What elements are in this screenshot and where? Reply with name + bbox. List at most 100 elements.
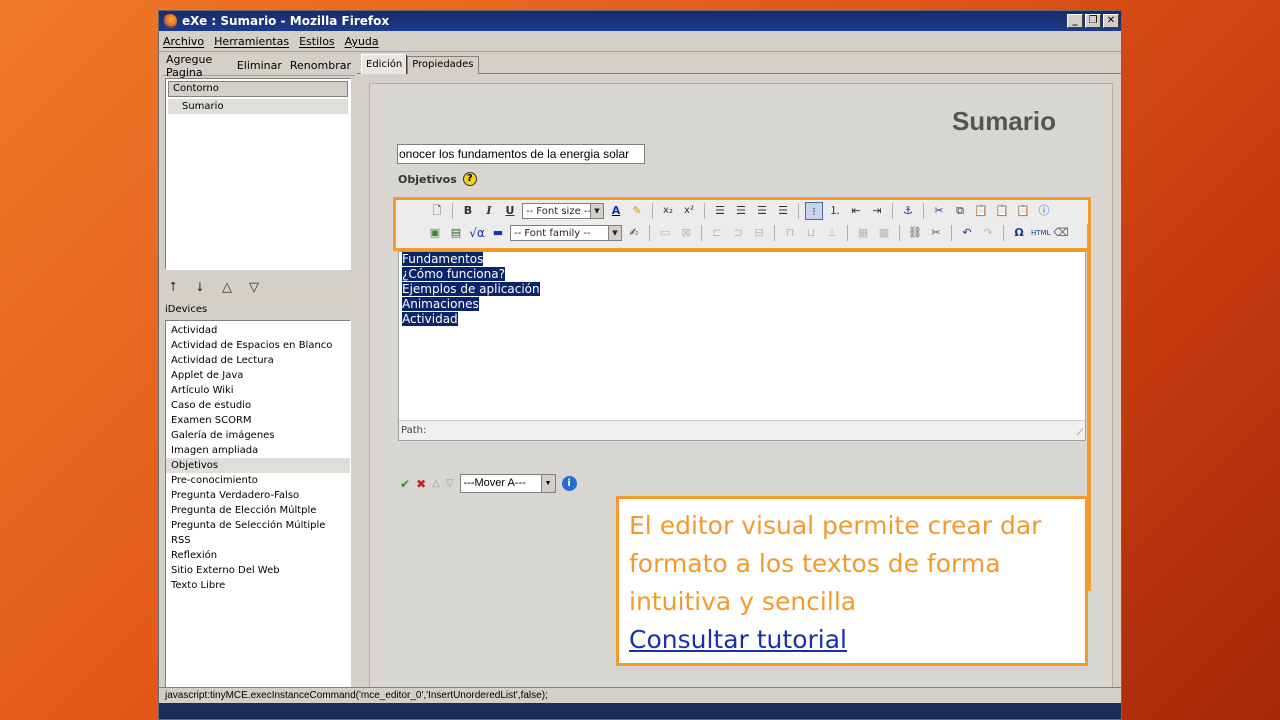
objective-title-input[interactable]: onocer los fundamentos de la energia sol… (397, 144, 645, 164)
add-page-button[interactable]: Agregue Pagina (162, 53, 233, 79)
ordered-list-icon[interactable]: ⒈ (826, 202, 844, 220)
help-icon[interactable]: ? (462, 172, 477, 186)
idevice-item[interactable]: Pre-conocimiento (166, 473, 350, 488)
delete-page-button[interactable]: Eliminar (233, 59, 286, 72)
move-down-icon[interactable]: ▽ (446, 478, 454, 489)
underline-icon[interactable]: U (501, 202, 519, 220)
split-cells-icon[interactable]: ▦ (854, 224, 872, 242)
idevice-item[interactable]: Actividad de Espacios en Blanco (166, 338, 350, 353)
demote-arrow-icon[interactable]: ⭣ (193, 280, 207, 295)
delete-x-icon[interactable]: ✖ (416, 477, 426, 491)
help-circle-icon[interactable]: ⓘ (1035, 202, 1053, 220)
special-char-icon[interactable]: Ω (1010, 224, 1028, 242)
row-before-icon[interactable]: ⊏ (708, 224, 726, 242)
horizontal-rule-icon[interactable]: ▬ (489, 224, 507, 242)
redo-icon[interactable]: ↷ (979, 224, 997, 242)
menu-herramientas[interactable]: Herramientas (214, 35, 289, 48)
paste-word-icon[interactable]: 📋 (1014, 202, 1032, 220)
idevice-item[interactable]: Actividad (166, 323, 350, 338)
media-icon[interactable]: ▤ (447, 224, 465, 242)
idevice-item[interactable]: Texto Libre (166, 578, 350, 593)
close-button[interactable]: ✕ (1103, 14, 1119, 28)
idevice-item[interactable]: Sitio Externo Del Web (166, 563, 350, 578)
indent-icon[interactable]: ⇥ (868, 202, 886, 220)
italic-icon[interactable]: I (480, 202, 498, 220)
link-icon[interactable]: ⛓ (906, 224, 924, 242)
copy-icon[interactable]: ⧉ (951, 202, 969, 220)
resize-grip-icon[interactable]: ⟋ (1077, 428, 1083, 438)
menubar: Archivo Herramientas Estilos Ayuda (159, 31, 1121, 52)
align-center-icon[interactable]: ☰ (732, 202, 750, 220)
math-formula-icon[interactable]: √α (468, 224, 486, 242)
unlink-icon[interactable]: ✂ (927, 224, 945, 242)
outline-header[interactable]: Contorno (168, 81, 348, 97)
table-cell-props-icon[interactable]: ⊠ (677, 224, 695, 242)
delete-col-icon[interactable]: ⊥ (823, 224, 841, 242)
callout-text-line: formato a los textos de forma (629, 549, 1001, 578)
editor-content[interactable]: Fundamentos ¿Cómo funciona? Ejemplos de … (402, 252, 540, 327)
html-source-icon[interactable]: HTML (1031, 224, 1050, 242)
idevice-item[interactable]: Actividad de Lectura (166, 353, 350, 368)
move-up-icon[interactable]: △ (220, 280, 234, 295)
rich-text-editor[interactable]: Fundamentos ¿Cómo funciona? Ejemplos de … (398, 251, 1086, 441)
move-down-icon[interactable]: ▽ (247, 280, 261, 295)
idevice-item[interactable]: Pregunta de Selección Múltiple (166, 518, 350, 533)
menu-estilos[interactable]: Estilos (299, 35, 335, 48)
image-icon[interactable]: ▣ (426, 224, 444, 242)
idevice-item[interactable]: Reflexión (166, 548, 350, 563)
idevice-item[interactable]: Examen SCORM (166, 413, 350, 428)
anchor-icon[interactable]: ⚓ (899, 202, 917, 220)
font-size-select[interactable]: -- Font size -- ▼ (522, 203, 604, 219)
idevice-item[interactable]: Artículo Wiki (166, 383, 350, 398)
align-justify-icon[interactable]: ☰ (774, 202, 792, 220)
menu-ayuda[interactable]: Ayuda (345, 35, 379, 48)
tab-edicion[interactable]: Edición (361, 54, 408, 74)
new-document-icon[interactable]: 🗋 (428, 202, 446, 220)
superscript-icon[interactable]: x² (680, 202, 698, 220)
eraser-icon[interactable]: ⌫ (1052, 224, 1070, 242)
checkmark-icon[interactable]: ✔ (400, 477, 410, 491)
toolbar-separator (452, 203, 453, 219)
idevice-item[interactable]: Pregunta de Elección Múltple (166, 503, 350, 518)
outdent-icon[interactable]: ⇤ (847, 202, 865, 220)
table-row-props-icon[interactable]: ▭ (656, 224, 674, 242)
minimize-button[interactable]: _ (1067, 14, 1083, 28)
promote-arrow-icon[interactable]: ⭡ (166, 280, 180, 295)
menu-archivo[interactable]: Archivo (163, 35, 204, 48)
tutorial-link[interactable]: Consultar tutorial (629, 625, 847, 654)
idevice-item[interactable]: Galería de imágenes (166, 428, 350, 443)
idevice-item[interactable]: Imagen ampliada (166, 443, 350, 458)
idevice-item[interactable]: Pregunta Verdadero-Falso (166, 488, 350, 503)
bold-icon[interactable]: B (459, 202, 477, 220)
paste-icon[interactable]: 📋 (972, 202, 990, 220)
paste-text-icon[interactable]: 📋 (993, 202, 1011, 220)
idevice-item-selected[interactable]: Objetivos (166, 458, 350, 473)
tab-propiedades[interactable]: Propiedades (407, 56, 479, 74)
maximize-button[interactable]: ❐ (1085, 14, 1101, 28)
subscript-icon[interactable]: x₂ (659, 202, 677, 220)
idevice-item[interactable]: Caso de estudio (166, 398, 350, 413)
unordered-list-icon[interactable]: ⁝ (805, 202, 823, 220)
align-right-icon[interactable]: ☰ (753, 202, 771, 220)
col-after-icon[interactable]: ⊔ (802, 224, 820, 242)
row-after-icon[interactable]: ⊐ (729, 224, 747, 242)
toolbar-separator (923, 203, 924, 219)
idevice-item[interactable]: RSS (166, 533, 350, 548)
merge-cells-icon[interactable]: ▩ (875, 224, 893, 242)
text-color-icon[interactable]: A (607, 202, 625, 220)
move-up-icon[interactable]: △ (432, 478, 440, 489)
rename-page-button[interactable]: Renombrar (286, 59, 355, 72)
mover-select[interactable]: ---Mover A--- ▼ (459, 474, 556, 493)
toolbar-separator (951, 225, 952, 241)
info-icon[interactable]: i (561, 476, 577, 491)
idevice-item[interactable]: Applet de Java (166, 368, 350, 383)
undo-icon[interactable]: ↶ (958, 224, 976, 242)
align-left-icon[interactable]: ☰ (711, 202, 729, 220)
col-before-icon[interactable]: ⊓ (781, 224, 799, 242)
outline-item[interactable]: Sumario (168, 99, 348, 114)
font-family-select[interactable]: -- Font family -- ▼ (510, 225, 622, 241)
highlight-color-icon[interactable]: ✎ (628, 202, 646, 220)
delete-row-icon[interactable]: ⊟ (750, 224, 768, 242)
edit-source-icon[interactable]: ✍ (625, 224, 643, 242)
cut-icon[interactable]: ✂ (930, 202, 948, 220)
